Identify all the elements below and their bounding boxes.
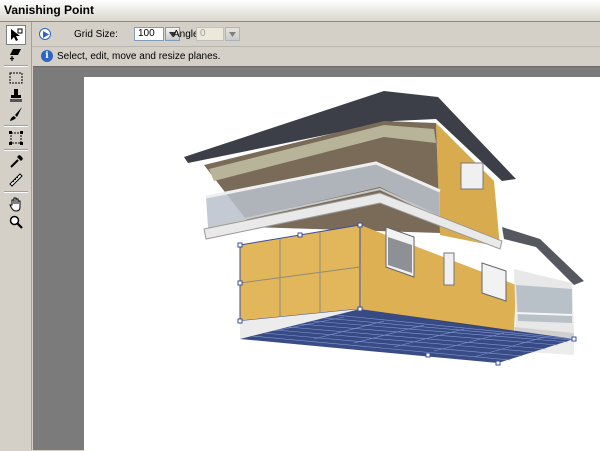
angle-dropdown[interactable] [225,27,240,41]
grid-size-label: Grid Size: [74,29,118,40]
options-bar: Grid Size: 100 Angle: 0 [32,22,600,47]
info-icon: i [41,50,53,62]
measure-tool[interactable] [8,172,24,188]
marquee-icon [9,72,23,84]
hand-tool[interactable] [8,196,24,212]
brush-tool[interactable] [8,106,24,122]
marquee-tool[interactable] [8,70,24,86]
tool-palette [0,22,32,450]
measure-icon [9,173,23,187]
info-text: Select, edit, move and resize planes. [57,51,221,62]
window-title: Vanishing Point [4,3,95,17]
eyedropper-tool[interactable] [8,154,24,170]
canvas-area[interactable] [33,66,600,451]
stamp-tool[interactable] [8,88,24,104]
create-plane-icon [10,49,21,61]
document-canvas[interactable] [84,77,600,451]
info-bar: i Select, edit, move and resize planes. [32,47,600,66]
play-icon [43,31,49,38]
transform-icon [9,131,23,145]
angle-input[interactable]: 0 [196,27,224,41]
stamp-icon [10,89,22,102]
house-image [184,91,584,366]
create-plane-tool[interactable] [8,46,24,62]
edit-plane-icon [11,28,23,41]
chevron-down-icon [229,31,236,37]
eyedropper-icon [10,155,23,168]
zoom-icon [9,215,23,229]
title-bar: Vanishing Point [0,0,600,22]
zoom-tool[interactable] [8,214,24,230]
transform-tool[interactable] [8,130,24,146]
settings-menu-button[interactable] [39,28,51,40]
edit-plane-tool[interactable] [6,25,26,45]
brush-icon [10,107,22,121]
grid-size-input[interactable]: 100 [134,27,164,41]
hand-icon [9,197,21,212]
